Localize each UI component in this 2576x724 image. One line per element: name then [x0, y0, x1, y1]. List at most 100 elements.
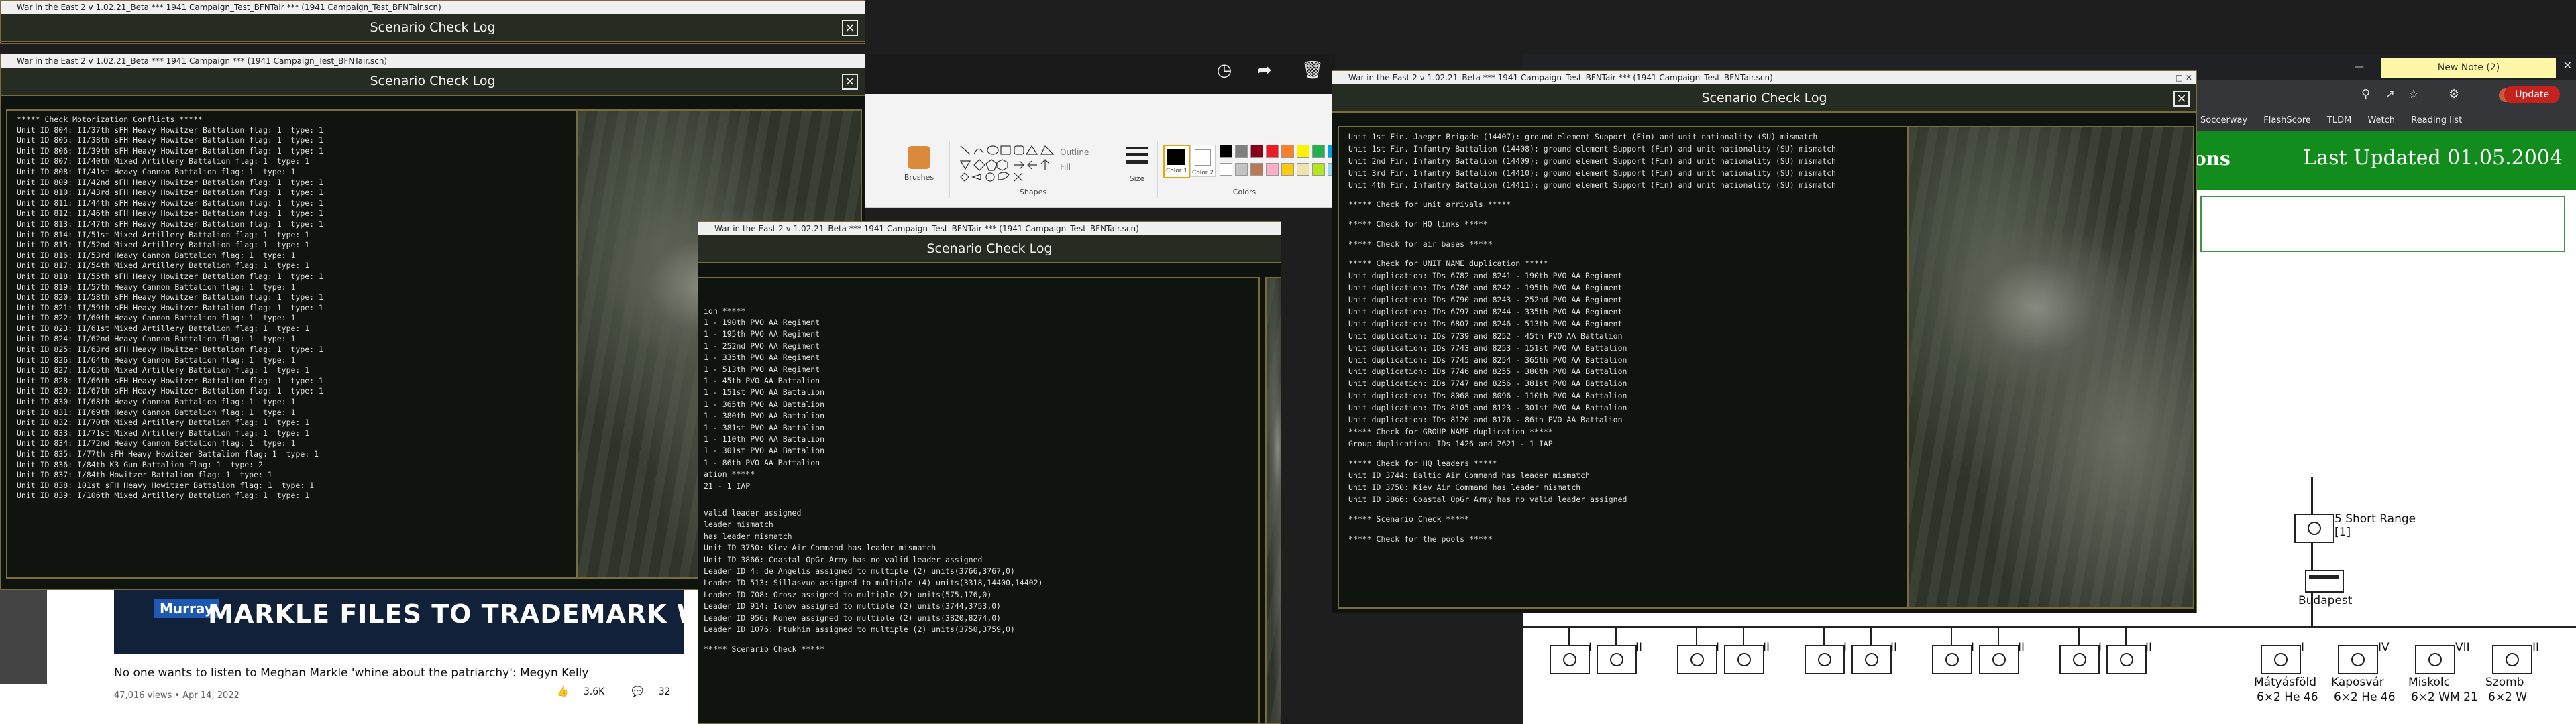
color2-button[interactable]: Color 2 — [1190, 145, 1216, 177]
unit-box[interactable] — [1932, 645, 1972, 674]
bookmark-soccerway[interactable]: Soccerway — [2200, 115, 2247, 125]
scenario-log-window-right[interactable]: War in the East 2 v 1.02.21_Beta *** 194… — [1332, 70, 2197, 613]
log-text-area[interactable]: ***** Check Motorization Conflicts *****… — [6, 109, 578, 579]
window-controls[interactable]: — □ ✕ — [2165, 71, 2192, 84]
size-group[interactable]: Size — [1117, 141, 1158, 198]
window-minimize-icon[interactable]: — — [2355, 62, 2364, 72]
unit-box[interactable] — [2059, 645, 2100, 674]
log-line: 1 - 195th PVO AA Regiment — [704, 329, 820, 339]
unit-box[interactable] — [1805, 645, 1845, 674]
log-line: Unit ID 3750: Kiev Air Command has leade… — [1348, 483, 1581, 493]
color-swatch[interactable] — [1266, 145, 1279, 158]
fill-label[interactable]: Fill — [1060, 162, 1071, 172]
unit-box[interactable] — [2492, 645, 2532, 674]
log-line: leader mismatch — [704, 520, 773, 530]
brushes-group[interactable]: Brushes — [889, 141, 950, 198]
unit-box[interactable] — [1724, 645, 1764, 674]
window-titlebar[interactable]: War in the East 2 v 1.02.21_Beta *** 194… — [1, 54, 865, 68]
share-icon[interactable]: ↗ — [2385, 87, 2395, 101]
scenario-log-window-middle[interactable]: War in the East 2 v 1.02.21_Beta *** 194… — [698, 221, 1281, 724]
like-button[interactable]: 👍 3.6K — [557, 686, 616, 697]
bookmark-wetch[interactable]: Wetch — [2367, 115, 2395, 125]
shapes-gallery-icon[interactable] — [958, 143, 1059, 184]
color-swatch[interactable] — [1297, 163, 1309, 176]
window-titlebar[interactable]: War in the East 2 v 1.02.21_Beta *** 194… — [1, 1, 865, 14]
outline-label[interactable]: Outline — [1060, 147, 1089, 157]
unit-box[interactable] — [2415, 645, 2455, 674]
unit-box[interactable] — [2261, 645, 2301, 674]
unit-box[interactable] — [1851, 645, 1892, 674]
close-icon[interactable]: ✕ — [2563, 59, 2572, 72]
unit-budapest[interactable] — [2305, 570, 2344, 593]
close-button[interactable]: ✕ — [842, 74, 858, 90]
comment-button[interactable]: 💬 32 — [632, 686, 683, 697]
clock-icon[interactable]: ◷ — [1214, 60, 1234, 80]
star-icon[interactable]: ☆ — [2408, 87, 2419, 101]
log-line: Unit ID 835: I/77th sFH Heavy Howitzer B… — [17, 449, 319, 459]
window-titlebar[interactable]: War in the East 2 v 1.02.21_Beta *** 194… — [698, 222, 1281, 235]
unit-box[interactable] — [1550, 645, 1590, 674]
close-button[interactable]: ✕ — [842, 20, 858, 36]
recycle-bin-icon[interactable]: 🗑 — [1301, 60, 1324, 80]
log-line: ***** Check Motorization Conflicts ***** — [17, 115, 203, 124]
sticky-note-tab[interactable]: New Note (2) — [2381, 58, 2556, 78]
youtube-side-thumbnail[interactable] — [0, 590, 47, 684]
extensions-icon[interactable]: ⚙ — [2449, 87, 2459, 101]
color-swatch[interactable] — [1266, 163, 1279, 176]
unit-numeral: I — [1716, 641, 1720, 654]
color-swatch[interactable] — [1250, 163, 1263, 176]
last-updated-text: Last Updated 01.05.2004 — [2303, 146, 2563, 170]
log-line: Unit ID 809: II/42nd sFH Heavy Howitzer … — [17, 177, 323, 187]
color-swatch[interactable] — [1235, 145, 1248, 158]
update-button[interactable]: Update — [2504, 86, 2560, 103]
color-swatch[interactable] — [1281, 163, 1294, 176]
bookmark-flashscore[interactable]: FlashScore — [2263, 115, 2310, 125]
color-swatch[interactable] — [1220, 163, 1232, 176]
color-swatch[interactable] — [1281, 145, 1294, 158]
color-swatch[interactable] — [1312, 163, 1325, 176]
unit-box[interactable] — [2338, 645, 2378, 674]
site-name-partial: ons — [2194, 147, 2231, 170]
log-line: Leader ID 4: de Angelis assigned to mult… — [704, 566, 1015, 577]
log-line: Unit ID 817: II/54th Mixed Artillery Bat… — [17, 261, 310, 271]
unit-box[interactable] — [2106, 645, 2147, 674]
color-swatch[interactable] — [1235, 163, 1248, 176]
share-arrow-icon[interactable]: ➦ — [1254, 60, 1275, 80]
scenario-log-window-top[interactable]: War in the East 2 v 1.02.21_Beta *** 194… — [0, 0, 865, 44]
log-line: Unit ID 3866: Coastal OpGr Army has no v… — [704, 554, 983, 564]
color-swatch[interactable] — [1312, 145, 1325, 158]
log-line: Unit ID 826: II/64th Heavy Cannon Battal… — [17, 355, 296, 365]
log-text-area[interactable]: Unit 1st Fin. Jaeger Brigade (14407): gr… — [1338, 126, 1908, 609]
bookmark-reading-list[interactable]: Reading list — [2411, 115, 2462, 125]
bookmark-tldm[interactable]: TLDM — [2327, 115, 2351, 125]
search-icon[interactable]: ⚲ — [2361, 87, 2370, 101]
color-swatch[interactable] — [1250, 145, 1263, 158]
color-swatch[interactable] — [1297, 145, 1309, 158]
log-line: Unit duplication: IDs 7739 and 8252 - 45… — [1348, 330, 1623, 341]
log-text-area[interactable]: ion ***** 1 - 190th PVO AA Regiment 1 - 19… — [698, 277, 1260, 723]
video-actions: 👍 3.6K 💬 32 ➦ — [557, 686, 698, 697]
close-button[interactable]: ✕ — [2174, 90, 2190, 107]
aa-symbol-icon — [2506, 653, 2519, 666]
log-line: Leader ID 914: Ionov assigned to multipl… — [704, 601, 1002, 611]
unit-short-range[interactable] — [2294, 514, 2334, 543]
video-thumbnail[interactable]: Murray MARKLE FILES TO TRADEMARK WORD — [114, 590, 698, 654]
unit-box[interactable] — [1597, 645, 1637, 674]
unit-box[interactable] — [1979, 645, 2019, 674]
log-line: ***** Check for UNIT NAME duplication **… — [1348, 259, 1548, 269]
color-palette — [1218, 143, 1332, 180]
like-count: 3.6K — [583, 686, 605, 697]
color1-button[interactable]: Color 1 — [1163, 145, 1190, 178]
log-line: Group duplication: IDs 1426 and 2621 - 1… — [1348, 438, 1553, 448]
log-line: Unit 2nd Fin. Infantry Battalion (14409)… — [1348, 156, 1836, 166]
log-line: Unit ID 3744: Baltic Air Command has lea… — [1348, 471, 1591, 481]
window-titlebar[interactable]: War in the East 2 v 1.02.21_Beta *** 194… — [1332, 71, 2196, 84]
video-title[interactable]: No one wants to listen to Meghan Markle … — [114, 666, 588, 680]
thumbnail-headline: MARKLE FILES TO TRADEMARK WORD — [208, 599, 698, 629]
log-title-text: Scenario Check Log — [1701, 90, 1827, 105]
color-swatch[interactable] — [1220, 145, 1232, 158]
unit-box[interactable] — [1677, 645, 1717, 674]
